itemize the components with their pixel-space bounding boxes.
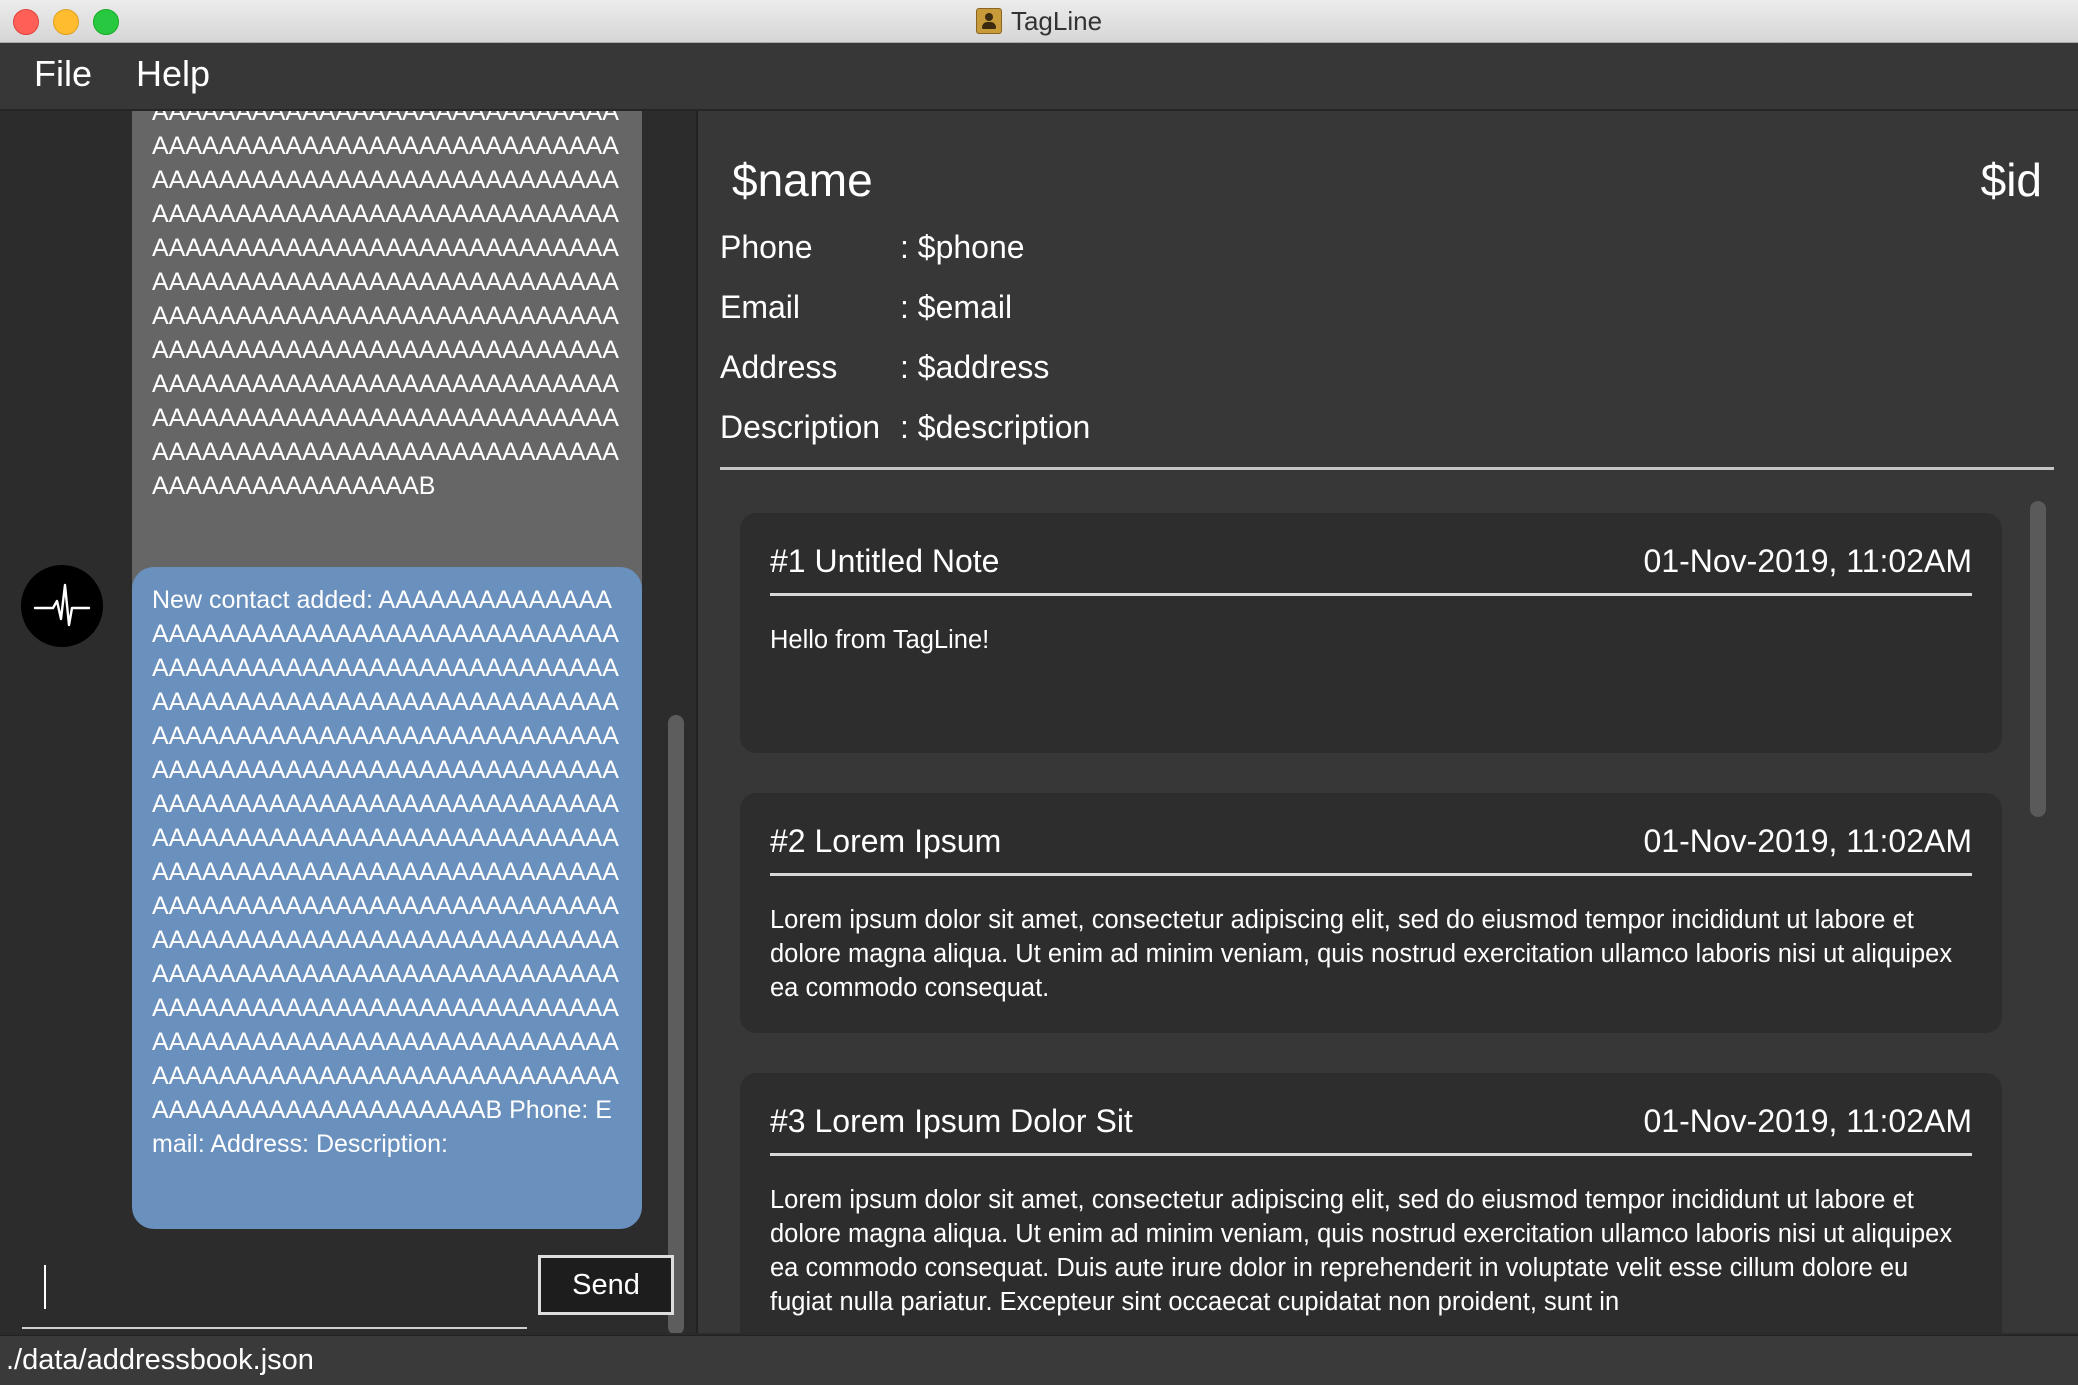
- send-button[interactable]: Send: [538, 1255, 674, 1315]
- contact-name: $name: [732, 154, 873, 206]
- contact-field-phone: Phone : $phone: [720, 229, 1025, 266]
- note-title: #3 Lorem Ipsum Dolor Sit: [770, 1103, 1133, 1139]
- note-date: 01-Nov-2019, 11:02AM: [1643, 1103, 1972, 1139]
- contact-divider: [720, 467, 2054, 470]
- menu-bar: File Help: [0, 43, 2078, 111]
- contact-pane: $name $id Phone : $phone Email : $email Ad…: [698, 111, 2078, 1333]
- field-label: Email: [720, 289, 801, 325]
- note-date: 01-Nov-2019, 11:02AM: [1643, 823, 1972, 859]
- app-icon: [975, 8, 1002, 34]
- note-body: Lorem ipsum dolor sit amet, consectetur …: [770, 906, 1953, 1002]
- bot-avatar: [21, 565, 103, 647]
- field-value: : $address: [900, 349, 1050, 385]
- menu-file[interactable]: File: [34, 53, 92, 95]
- status-bar: ./data/addressbook.json: [0, 1335, 2078, 1385]
- command-input[interactable]: [22, 1261, 527, 1329]
- bot-message-bubble: New contact added: AAAAAAAAAAAAAAAAAAAAA…: [132, 567, 642, 1229]
- note-card[interactable]: #3 Lorem Ipsum Dolor Sit 01-Nov-2019, 11…: [740, 1073, 2002, 1333]
- title-bar: TagLine: [0, 0, 2078, 43]
- notes-scrollbar[interactable]: [2030, 501, 2046, 817]
- note-card[interactable]: #1 Untitled Note 01-Nov-2019, 11:02AM He…: [740, 513, 2002, 753]
- chat-scrollbar[interactable]: [668, 715, 684, 1333]
- chat-pane: AAAAAAAAAAAAAAAAAAAAAAAAAAAAAAAAAAAAAAAA…: [0, 111, 698, 1333]
- contact-field-address: Address : $address: [720, 349, 1049, 386]
- note-title: #2 Lorem Ipsum: [770, 823, 1002, 859]
- bot-message-text: New contact added: AAAAAAAAAAAAAAAAAAAAA…: [152, 586, 619, 1158]
- text-caret: [44, 1265, 46, 1309]
- contact-field-email: Email : $email: [720, 289, 1012, 326]
- window-title-group: TagLine: [0, 0, 2078, 42]
- note-divider: [770, 873, 1972, 876]
- note-body: Hello from TagLine!: [770, 626, 990, 654]
- user-message-bubble: AAAAAAAAAAAAAAAAAAAAAAAAAAAAAAAAAAAAAAAA…: [132, 111, 642, 635]
- heartbeat-icon: [33, 583, 91, 627]
- user-message-text: AAAAAAAAAAAAAAAAAAAAAAAAAAAAAAAAAAAAAAAA…: [152, 111, 619, 500]
- contact-id: $id: [1980, 154, 2042, 206]
- field-label: Description: [720, 409, 881, 445]
- note-body: Lorem ipsum dolor sit amet, consectetur …: [770, 1186, 1953, 1316]
- field-value: : $description: [900, 409, 1091, 445]
- menu-help[interactable]: Help: [136, 53, 210, 95]
- note-card[interactable]: #2 Lorem Ipsum 01-Nov-2019, 11:02AM Lore…: [740, 793, 2002, 1033]
- note-divider: [770, 1153, 1972, 1156]
- note-date: 01-Nov-2019, 11:02AM: [1643, 543, 1972, 579]
- data-file-path: ./data/addressbook.json: [6, 1344, 314, 1376]
- contact-field-description: Description : $description: [720, 409, 1090, 446]
- field-value: : $email: [900, 289, 1013, 325]
- field-label: Phone: [720, 229, 813, 265]
- note-divider: [770, 593, 1972, 596]
- note-title: #1 Untitled Note: [770, 543, 1000, 579]
- field-value: : $phone: [900, 229, 1025, 265]
- field-label: Address: [720, 349, 838, 385]
- window-title: TagLine: [1010, 5, 1103, 36]
